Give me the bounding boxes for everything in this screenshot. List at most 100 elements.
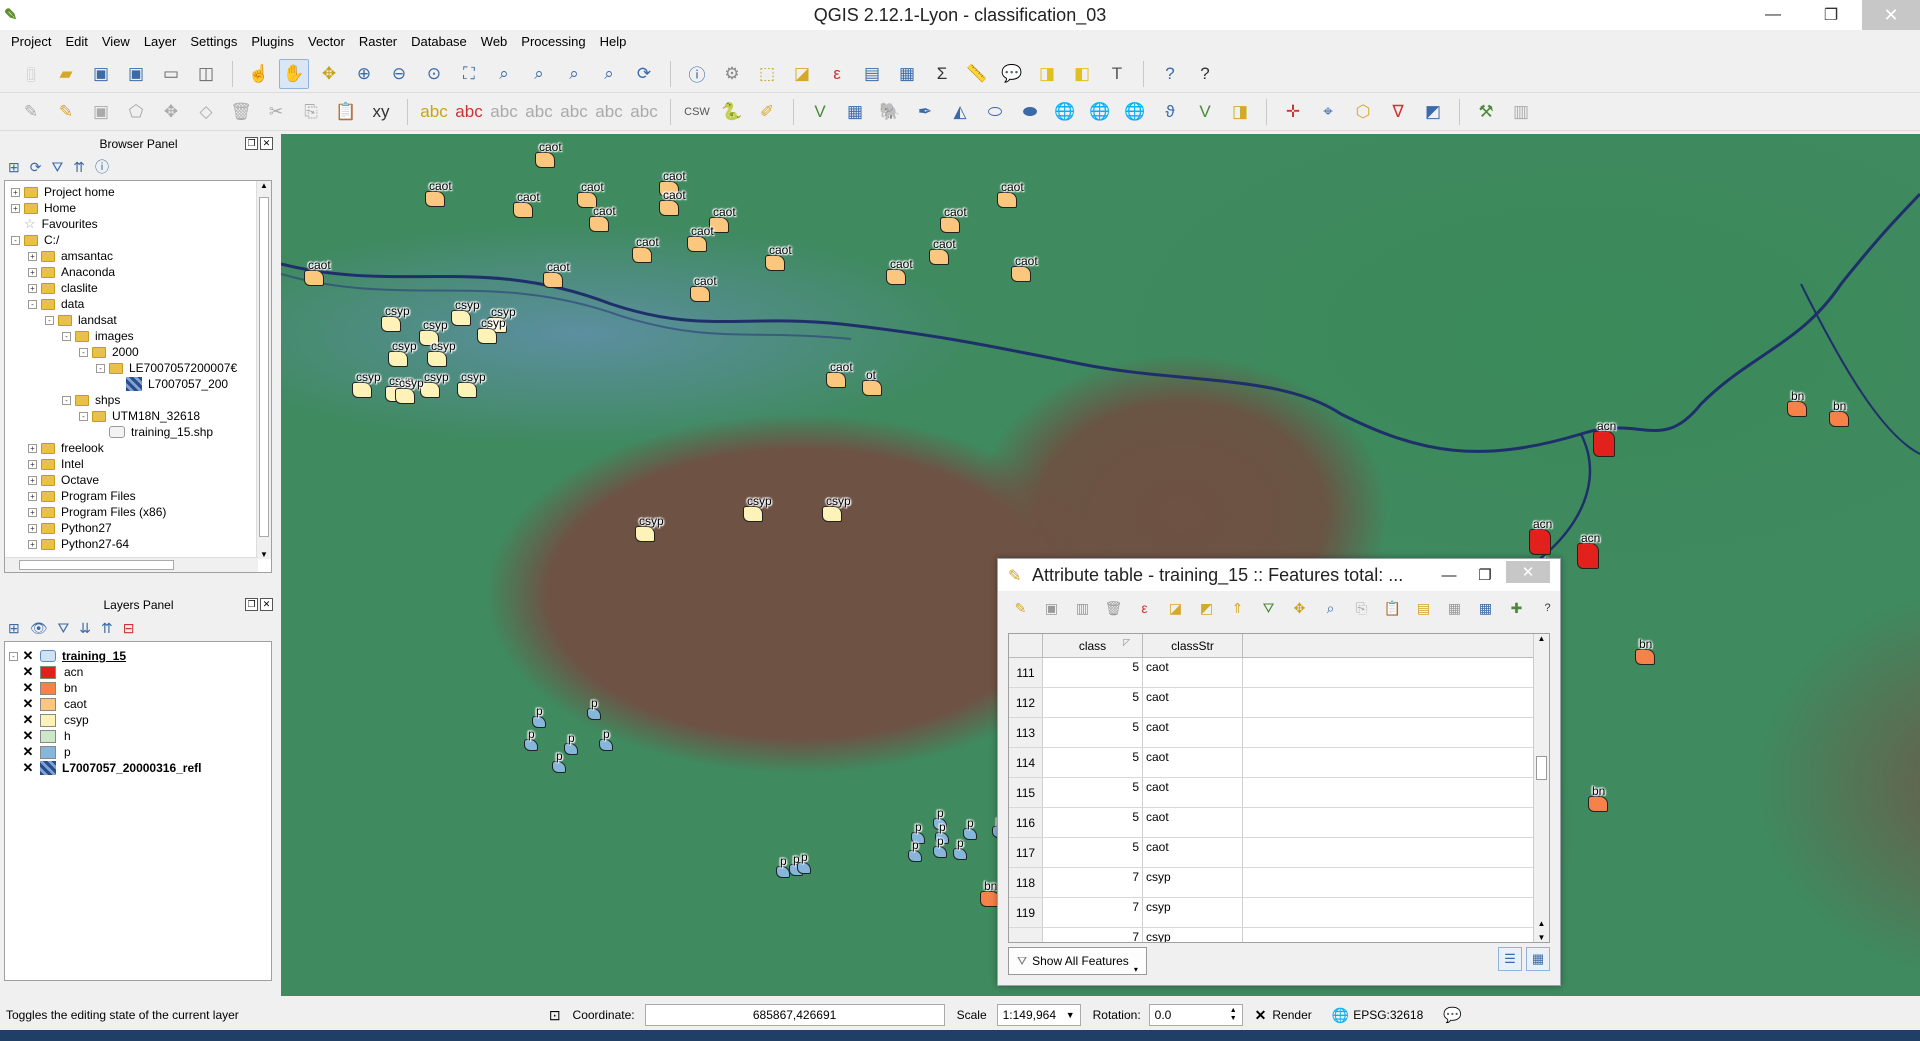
select-by-expression-icon[interactable]: ε: [822, 59, 852, 89]
form-view-icon[interactable]: ☰: [1498, 947, 1522, 971]
new-project-icon[interactable]: ▯: [16, 59, 46, 89]
add-delimited-text-icon[interactable]: ϑ: [1155, 97, 1185, 127]
add-feature-icon[interactable]: ⬠: [121, 97, 151, 127]
expand-icon[interactable]: +: [28, 267, 37, 277]
class-visible-checkbox[interactable]: ✕: [22, 713, 34, 726]
scroll-up-icon[interactable]: ▲: [1534, 634, 1549, 648]
training-polygon[interactable]: [304, 270, 324, 286]
training-polygon[interactable]: [659, 200, 679, 216]
cell-class[interactable]: 5: [1043, 808, 1143, 837]
class-visible-checkbox[interactable]: ✕: [22, 745, 34, 758]
row-header[interactable]: [1009, 928, 1043, 942]
field-calculator-icon[interactable]: ▦: [1473, 600, 1498, 617]
menu-settings[interactable]: Settings: [183, 34, 244, 49]
browser-vscroll[interactable]: ▲ ▼: [256, 181, 271, 559]
browser-item[interactable]: - images: [11, 328, 271, 344]
new-column-icon[interactable]: ▥: [1070, 600, 1095, 617]
training-polygon[interactable]: [543, 272, 563, 288]
training-polygon[interactable]: [451, 310, 471, 326]
training-polygon[interactable]: [388, 351, 408, 367]
menu-web[interactable]: Web: [474, 34, 515, 49]
invert-selection-icon[interactable]: ◩: [1194, 600, 1219, 617]
collapse-all-icon[interactable]: ⇈: [101, 620, 113, 637]
training-polygon[interactable]: [826, 372, 846, 388]
add-selected-icon[interactable]: ⊞: [8, 159, 20, 176]
select-by-expression-icon[interactable]: ε: [1132, 600, 1157, 616]
collapse-icon[interactable]: -: [45, 315, 54, 325]
layer-visible-checkbox[interactable]: ✕: [22, 649, 34, 662]
browser-item[interactable]: + Python27-64: [11, 536, 271, 552]
browser-item[interactable]: + Program Files (x86): [11, 504, 271, 520]
paste-rows-icon[interactable]: 📋: [1380, 600, 1405, 617]
browser-item[interactable]: - landsat: [11, 312, 271, 328]
layer-training[interactable]: - ✕ training_15: [9, 648, 271, 664]
browser-item[interactable]: + Home: [11, 200, 271, 216]
browser-item[interactable]: - LE7007057200007€: [11, 360, 271, 376]
zoom-full-icon[interactable]: ⛶: [454, 59, 484, 89]
zoom-last-icon[interactable]: ⌕: [559, 59, 589, 89]
browser-item[interactable]: - UTM18N_32618: [11, 408, 271, 424]
measure-icon[interactable]: 📏: [962, 59, 992, 89]
statistics-icon[interactable]: Σ: [927, 59, 957, 89]
add-db2-icon[interactable]: ⬭: [980, 97, 1010, 127]
raster-calc-icon[interactable]: ◩: [1418, 97, 1448, 127]
table-row[interactable]: 118 7 csyp: [1009, 868, 1549, 898]
row-header[interactable]: 113: [1009, 718, 1043, 747]
row-header[interactable]: 114: [1009, 748, 1043, 777]
expand-icon[interactable]: +: [28, 459, 37, 469]
collapse-icon[interactable]: -: [62, 331, 71, 341]
expand-icon[interactable]: +: [28, 283, 37, 293]
cell-classstr[interactable]: caot: [1143, 748, 1243, 777]
delete-column-icon[interactable]: ▤: [1411, 600, 1436, 617]
training-polygon[interactable]: [862, 380, 882, 396]
current-edits-icon[interactable]: ✎: [16, 97, 46, 127]
menu-processing[interactable]: Processing: [514, 34, 592, 49]
new-bookmark-icon[interactable]: ◨: [1032, 59, 1062, 89]
cell-class[interactable]: 5: [1043, 688, 1143, 717]
training-polygon[interactable]: [940, 217, 960, 233]
training-polygon[interactable]: [425, 191, 445, 207]
filter-select-icon[interactable]: ⛛: [1256, 600, 1281, 617]
collapse-icon[interactable]: -: [62, 395, 71, 405]
training-polygon[interactable]: [765, 255, 785, 271]
collapse-icon[interactable]: -: [11, 235, 20, 245]
python-console-icon[interactable]: 🐍: [717, 97, 747, 127]
refresh-icon[interactable]: ⟳: [30, 159, 42, 176]
training-polygon[interactable]: [381, 316, 401, 332]
scale-combobox[interactable]: 1:149,964 ▼: [996, 1004, 1081, 1026]
table-row[interactable]: 7 csyp: [1009, 928, 1549, 942]
csw-icon[interactable]: CSW: [682, 97, 712, 127]
add-spatialite-icon[interactable]: ✒: [910, 97, 940, 127]
cell-classstr[interactable]: caot: [1143, 718, 1243, 747]
training-polygon[interactable]: [743, 506, 763, 522]
menu-layer[interactable]: Layer: [137, 34, 184, 49]
cell-class[interactable]: 5: [1043, 748, 1143, 777]
heatmap-icon[interactable]: ∇: [1383, 97, 1413, 127]
browser-item[interactable]: ☆ Favourites: [11, 216, 271, 232]
cell-classstr[interactable]: csyp: [1143, 898, 1243, 927]
layer-raster[interactable]: ✕ L7007057_20000316_refl: [9, 760, 271, 776]
zoom-next-icon[interactable]: ⌕: [594, 59, 624, 89]
cell-classstr[interactable]: caot: [1143, 778, 1243, 807]
column-header-class[interactable]: class ◸: [1043, 634, 1143, 657]
training-polygon[interactable]: [427, 351, 447, 367]
expand-icon[interactable]: +: [28, 443, 37, 453]
save-edits-icon[interactable]: ▣: [1039, 600, 1064, 617]
pan-to-selected-icon[interactable]: ✥: [1287, 600, 1312, 617]
cell-class[interactable]: 5: [1043, 658, 1143, 687]
training-polygon[interactable]: [477, 328, 497, 344]
gps-tools-icon[interactable]: ⌖: [1313, 97, 1343, 127]
rotation-spinbox[interactable]: 0.0 ▲ ▼: [1148, 1004, 1243, 1026]
help-icon[interactable]: ?: [1155, 59, 1185, 89]
add-mssql-icon[interactable]: ◭: [945, 97, 975, 127]
grid-tool-icon[interactable]: ▥: [1506, 97, 1536, 127]
open-field-calc-icon[interactable]: ▦: [1442, 600, 1467, 617]
class-visible-checkbox[interactable]: ✕: [22, 665, 34, 678]
pan-to-selection-icon[interactable]: ✥: [314, 59, 344, 89]
messages-toggle-icon[interactable]: ⊡: [549, 1007, 561, 1024]
label-show-icon[interactable]: abc: [594, 97, 624, 127]
float-panel-icon[interactable]: ❐: [245, 598, 258, 611]
move-selection-top-icon[interactable]: ⇑: [1225, 600, 1250, 617]
zoom-selection-icon[interactable]: ⌕: [489, 59, 519, 89]
cut-icon[interactable]: ✂: [261, 97, 291, 127]
